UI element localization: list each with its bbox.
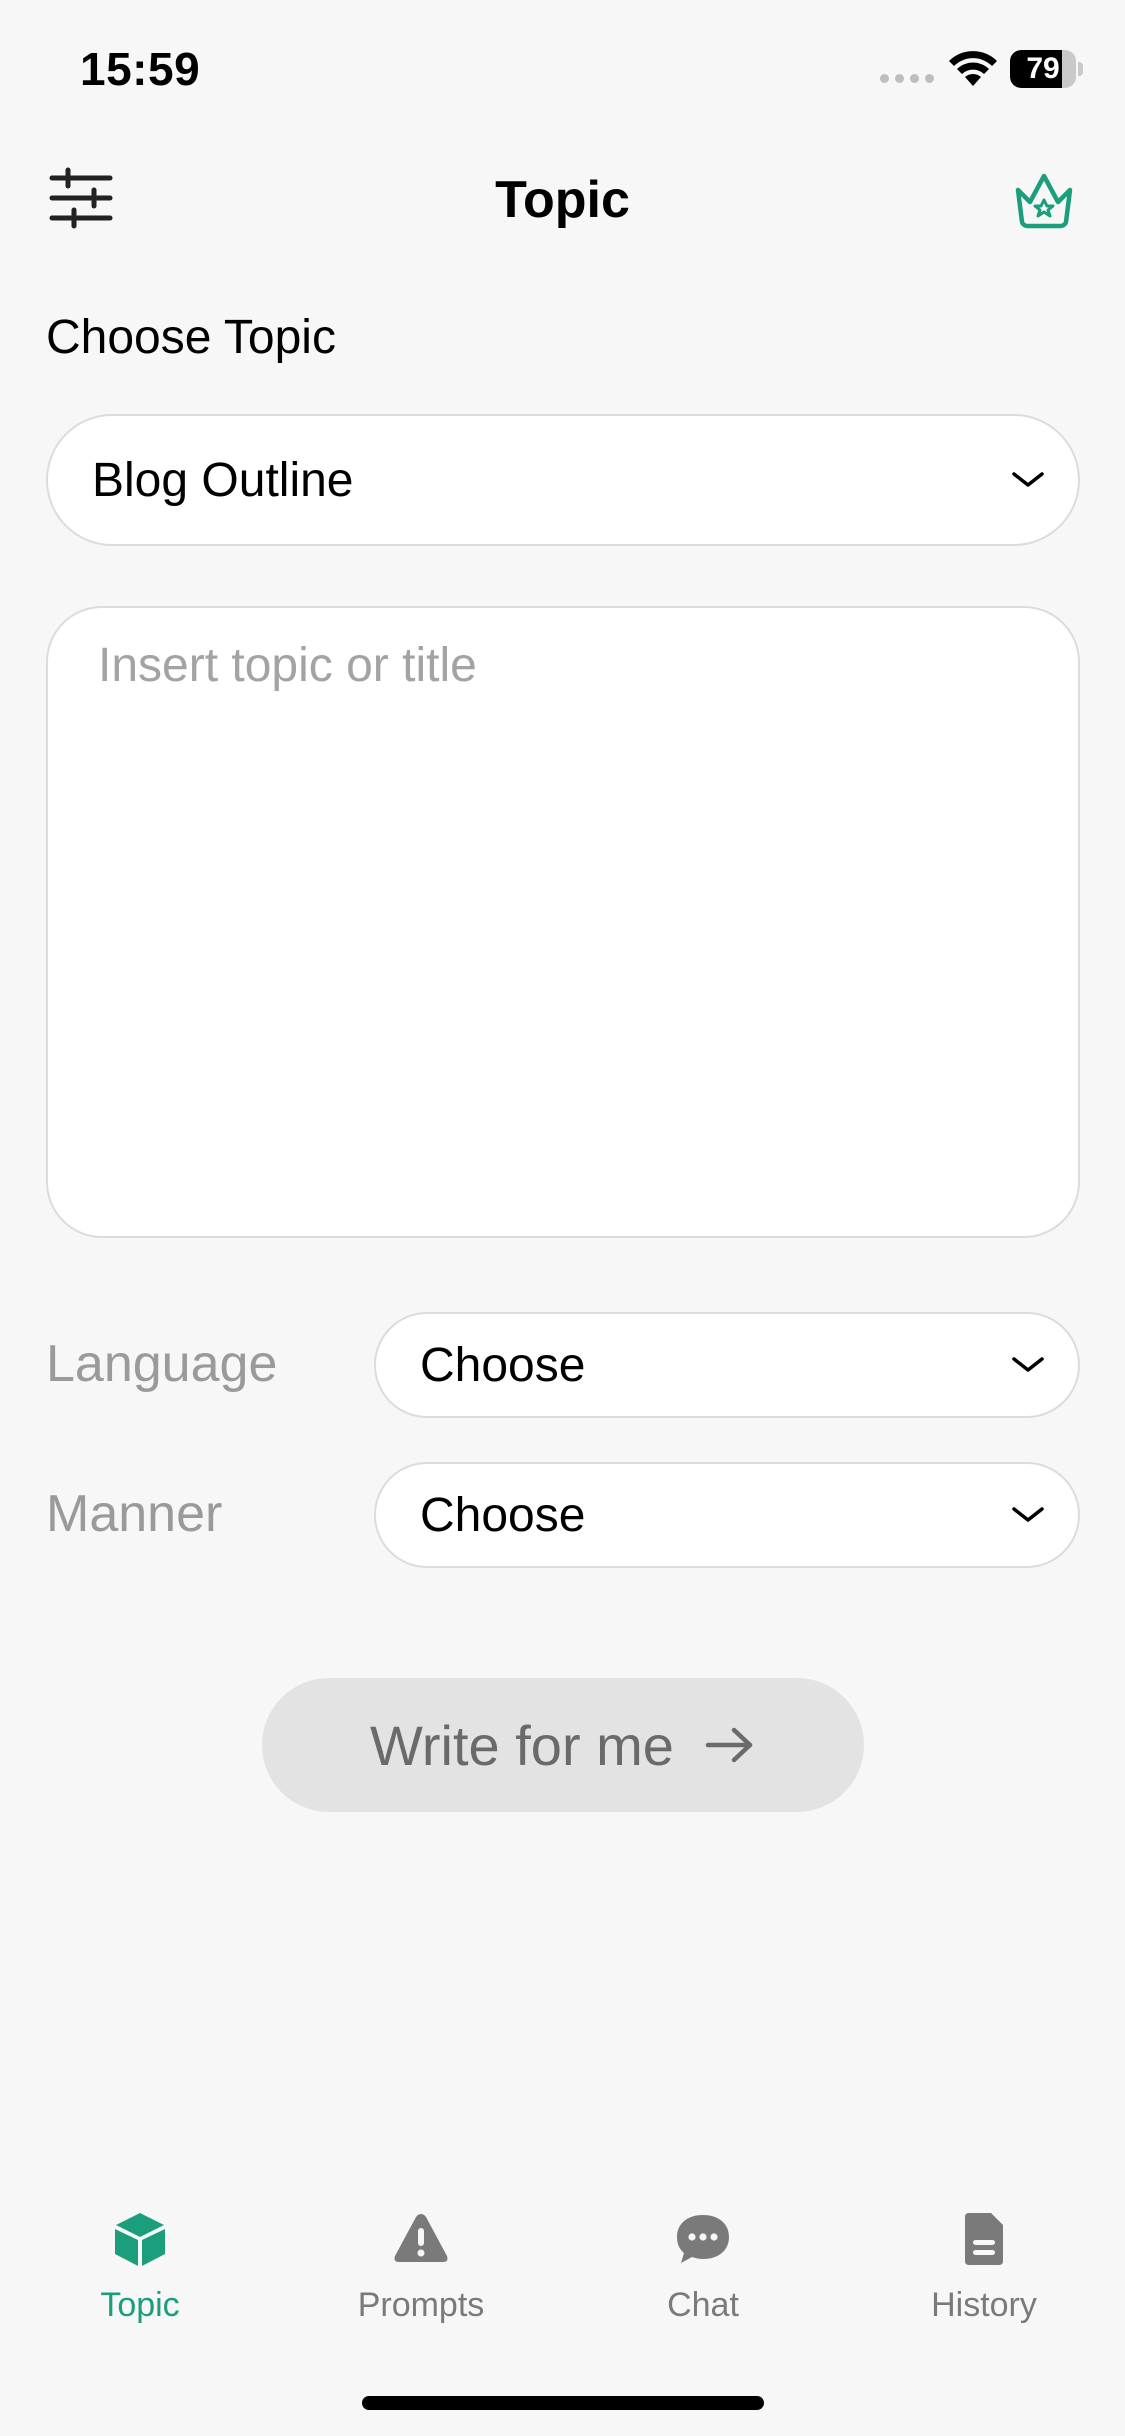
manner-select[interactable]: Choose: [374, 1462, 1080, 1568]
chevron-down-icon: [1012, 472, 1044, 487]
topic-select[interactable]: Blog Outline: [46, 414, 1080, 546]
crown-icon[interactable]: [1008, 162, 1080, 234]
topic-input[interactable]: [98, 638, 1028, 1206]
cube-icon: [115, 2213, 165, 2266]
wifi-icon: [949, 51, 997, 86]
topic-input-container: [46, 606, 1080, 1238]
language-select[interactable]: Choose: [374, 1312, 1080, 1418]
warning-icon: [394, 2214, 448, 2262]
manner-label: Manner: [46, 1485, 223, 1543]
chevron-down-icon: [1012, 1507, 1044, 1522]
tab-bar: Topic Prompts Chat History: [0, 2200, 1125, 2350]
document-icon: [965, 2213, 1003, 2265]
navigation-bar: Topic: [0, 150, 1125, 250]
tab-label: Topic: [100, 2286, 180, 2324]
language-select-value: Choose: [420, 1338, 586, 1392]
manner-select-value: Choose: [420, 1488, 586, 1542]
home-indicator: [362, 2396, 764, 2410]
section-title: Choose Topic: [46, 311, 336, 364]
tab-chat[interactable]: Chat: [603, 2200, 803, 2350]
chevron-down-icon: [1012, 1357, 1044, 1372]
tab-topic[interactable]: Topic: [40, 2200, 240, 2350]
topic-select-value: Blog Outline: [92, 453, 354, 507]
chat-bubble-icon: [677, 2215, 729, 2263]
tab-label: Prompts: [357, 2286, 485, 2324]
language-label: Language: [46, 1335, 278, 1393]
page-title: Topic: [495, 171, 630, 229]
write-button-label: Write for me: [370, 1713, 674, 1777]
battery-icon: 79: [1010, 50, 1083, 88]
tab-history[interactable]: History: [884, 2200, 1084, 2350]
battery-level: 79: [1026, 52, 1060, 85]
screen: 15:59 79 Topic Choose Topic Blog Outline…: [0, 0, 1125, 2436]
tab-label: Chat: [667, 2286, 739, 2324]
arrow-right-icon: [705, 1727, 753, 1763]
cellular-signal-icon: [880, 74, 934, 83]
status-bar: 15:59 79: [0, 0, 1125, 140]
tab-label: History: [931, 2286, 1037, 2324]
write-for-me-button[interactable]: Write for me: [262, 1678, 864, 1812]
tab-prompts[interactable]: Prompts: [321, 2200, 521, 2350]
status-time: 15:59: [80, 43, 201, 95]
